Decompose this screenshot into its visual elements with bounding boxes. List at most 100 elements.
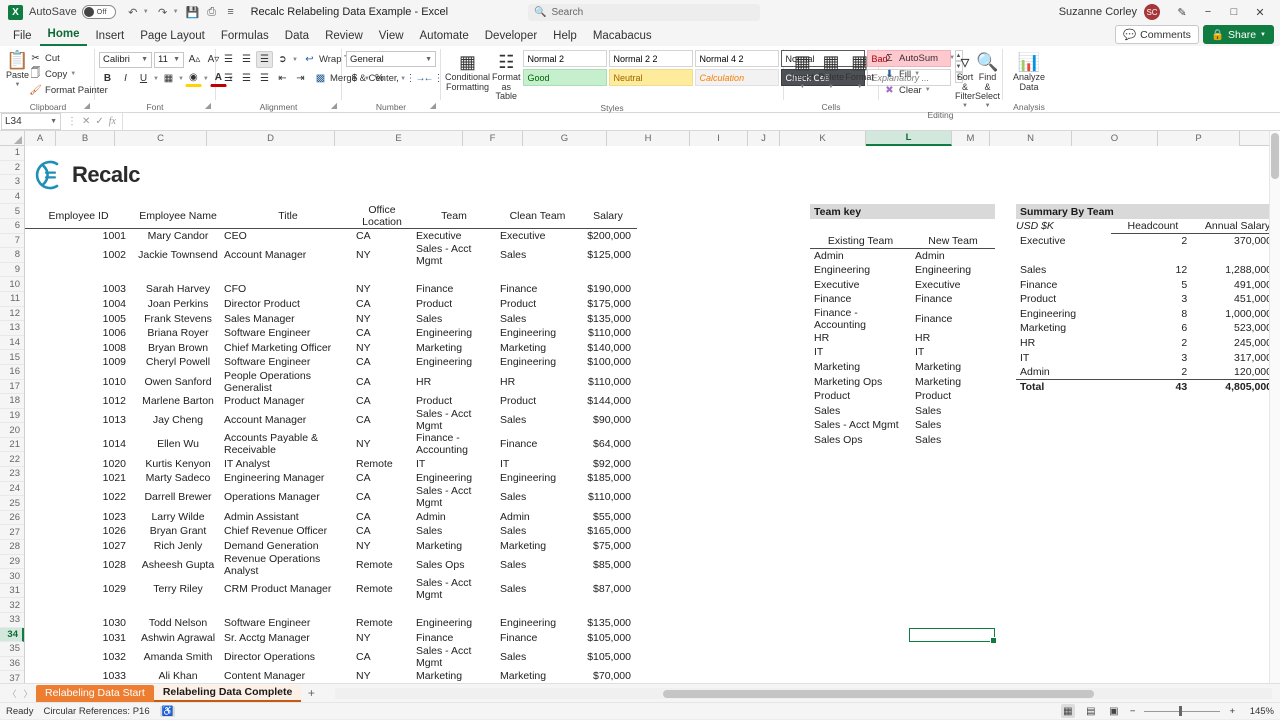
- fill-dropdown-icon[interactable]: ▼: [914, 71, 920, 77]
- cell-team[interactable]: Executive: [412, 229, 496, 244]
- cell-office-location[interactable]: NY: [352, 669, 412, 683]
- row-header-10[interactable]: 10: [0, 277, 24, 292]
- cell-team[interactable]: HR: [1016, 336, 1111, 351]
- tab-file[interactable]: File: [5, 28, 40, 46]
- table-row[interactable]: 1028 Asheesh Gupta Revenue Operations Anal…: [25, 553, 637, 577]
- cell-annual-salary[interactable]: 1,288,000: [1195, 263, 1280, 278]
- paste-dropdown-icon[interactable]: ▼: [15, 82, 21, 88]
- format-as-table-button[interactable]: ☷ Format as Table: [492, 50, 521, 102]
- cell-clean-team[interactable]: Sales: [496, 524, 579, 539]
- cell-title[interactable]: Content Manager: [224, 669, 352, 683]
- clear-button[interactable]: ✖ Clear ▼: [883, 82, 955, 98]
- cell-employee-id[interactable]: 1002: [25, 243, 132, 267]
- align-bottom-icon[interactable]: ☰: [256, 51, 273, 68]
- tab-macabacus[interactable]: Macabacus: [585, 28, 660, 46]
- cell-title[interactable]: Chief Marketing Officer: [224, 340, 352, 355]
- cell-employee-name[interactable]: Ashwin Agrawal: [132, 630, 224, 645]
- team-key-row[interactable]: Marketing Ops Marketing: [810, 374, 995, 389]
- style-normal-2[interactable]: Normal 2: [522, 50, 607, 67]
- row-header-26[interactable]: 26: [0, 510, 24, 526]
- row-header-27[interactable]: 27: [0, 525, 24, 541]
- table-row[interactable]: 1030 Todd Nelson Software Engineer Remote En…: [25, 616, 637, 631]
- row-header-11[interactable]: 11: [0, 291, 24, 307]
- cell-new-team[interactable]: HR: [911, 331, 995, 346]
- column-header-L[interactable]: L: [866, 131, 952, 146]
- table-row[interactable]: 1002 Jackie Townsend Account Manager NY Sale…: [25, 243, 637, 267]
- cell-title[interactable]: Director Product: [224, 297, 352, 312]
- cell-existing-team[interactable]: IT: [810, 345, 911, 360]
- cell-team[interactable]: Finance - Accounting: [412, 432, 496, 456]
- increase-indent-icon[interactable]: ⇥: [292, 70, 309, 87]
- cell-employee-name[interactable]: Larry Wilde: [132, 509, 224, 524]
- column-header-P[interactable]: P: [1158, 131, 1240, 146]
- zoom-out-button[interactable]: −: [1130, 706, 1136, 717]
- table-row[interactable]: 1014 Ellen Wu Accounts Payable & Receivabl…: [25, 432, 637, 456]
- cell-office-location[interactable]: CA: [352, 509, 412, 524]
- cell-team[interactable]: Product: [412, 297, 496, 312]
- cell-headcount[interactable]: 6: [1111, 321, 1196, 336]
- cell-clean-team[interactable]: Engineering: [496, 326, 579, 341]
- cell-employee-id[interactable]: 1004: [25, 297, 132, 312]
- cell-office-location[interactable]: NY: [352, 539, 412, 554]
- row-header-36[interactable]: 36: [0, 656, 24, 672]
- cell-existing-team[interactable]: Marketing: [810, 360, 911, 375]
- italic-button[interactable]: I: [117, 70, 134, 87]
- cell-headcount[interactable]: 3: [1111, 350, 1196, 365]
- restore-icon[interactable]: □: [1222, 2, 1246, 22]
- cell-employee-name[interactable]: Owen Sanford: [132, 370, 224, 394]
- cell-office-location[interactable]: Remote: [352, 616, 412, 631]
- zoom-in-button[interactable]: +: [1229, 706, 1235, 717]
- align-center-icon[interactable]: ☰: [238, 70, 255, 87]
- table-row[interactable]: 1032 Amanda Smith Director Operations CA Sal…: [25, 645, 637, 669]
- cell-team[interactable]: Admin: [1016, 365, 1111, 380]
- cell-team[interactable]: Engineering: [412, 616, 496, 631]
- cell-existing-team[interactable]: Finance - Accounting: [810, 307, 911, 331]
- vertical-scroll-thumb[interactable]: [1271, 133, 1279, 179]
- column-header-G[interactable]: G: [523, 131, 607, 146]
- row-header-30[interactable]: 30: [0, 569, 24, 584]
- summary-total-row[interactable]: Total 43 4,805,000: [1016, 379, 1280, 395]
- cell-clean-team[interactable]: Finance: [496, 630, 579, 645]
- currency-dropdown-icon[interactable]: ▼: [364, 76, 370, 82]
- clipboard-dialog-launcher[interactable]: ◢: [84, 100, 90, 112]
- cell-salary[interactable]: $75,000: [579, 539, 637, 554]
- cell-team[interactable]: Sales - Acct Mgmt: [412, 577, 496, 601]
- cell-office-location[interactable]: CA: [352, 297, 412, 312]
- zoom-slider-thumb[interactable]: [1179, 706, 1183, 716]
- borders-dropdown-icon[interactable]: ▼: [178, 76, 184, 82]
- alignment-dialog-launcher[interactable]: ◢: [331, 100, 337, 112]
- cell-employee-id[interactable]: 1012: [25, 394, 132, 409]
- cell-office-location[interactable]: CA: [352, 485, 412, 509]
- cell-office-location[interactable]: CA: [352, 355, 412, 370]
- row-header-14[interactable]: 14: [0, 335, 24, 351]
- cell-team[interactable]: Admin: [412, 509, 496, 524]
- cell-office-location[interactable]: CA: [352, 326, 412, 341]
- tab-help[interactable]: Help: [545, 28, 585, 46]
- cell-salary[interactable]: $85,000: [579, 553, 637, 577]
- cell-annual-salary[interactable]: 317,000: [1195, 350, 1280, 365]
- cell-salary[interactable]: $135,000: [579, 616, 637, 631]
- cell-employee-name[interactable]: Jackie Townsend: [132, 243, 224, 267]
- cell-employee-id[interactable]: 1013: [25, 408, 132, 432]
- column-header-A[interactable]: A: [25, 131, 56, 146]
- cell-employee-name[interactable]: Ellen Wu: [132, 432, 224, 456]
- cell-annual-salary[interactable]: 120,000: [1195, 365, 1280, 380]
- accessibility-icon[interactable]: ♿: [159, 705, 176, 717]
- column-header-F[interactable]: F: [463, 131, 523, 146]
- currency-icon[interactable]: $: [346, 70, 363, 87]
- cell-employee-name[interactable]: Sarah Harvey: [132, 282, 224, 297]
- column-header-B[interactable]: B: [56, 131, 115, 146]
- cell-clean-team[interactable]: Marketing: [496, 539, 579, 554]
- column-header-J[interactable]: J: [748, 131, 780, 146]
- cell-new-team[interactable]: IT: [911, 345, 995, 360]
- cell-title[interactable]: Software Engineer: [224, 616, 352, 631]
- tab-view[interactable]: View: [371, 28, 412, 46]
- cell-title[interactable]: Admin Assistant: [224, 509, 352, 524]
- cell-clean-team[interactable]: IT: [496, 456, 579, 471]
- cell-clean-team[interactable]: Sales: [496, 553, 579, 577]
- table-row[interactable]: 1033 Ali Khan Content Manager NY Marketing Ma…: [25, 669, 637, 683]
- row-header-23[interactable]: 23: [0, 467, 24, 482]
- column-header-H[interactable]: H: [607, 131, 690, 146]
- cell-salary[interactable]: $175,000: [579, 297, 637, 312]
- fill-color-icon[interactable]: ◉: [184, 70, 202, 87]
